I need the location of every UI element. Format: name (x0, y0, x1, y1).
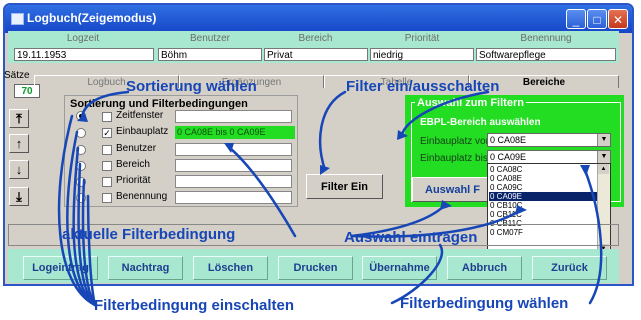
logeintrag-button[interactable]: Logeintrag (23, 256, 98, 280)
title-bar[interactable]: Logbuch(Zeigemodus) _ □ ✕ (5, 5, 632, 33)
tab-bar: Logbuch Ergänzungen Tabelle Bereiche (34, 75, 619, 89)
next-record-button[interactable]: ↓ (9, 160, 29, 179)
minimize-button[interactable]: _ (566, 9, 586, 29)
filter-checkbox-zeitfenster[interactable] (102, 112, 112, 122)
filter-selection-title: Auswahl zum Filtern (415, 97, 526, 109)
annotation-choose-filter: Filterbedingung wählen (400, 295, 569, 312)
filter-value-benutzer[interactable] (175, 143, 292, 156)
filter-label-benennung: Benennung (116, 191, 168, 202)
annotation-sort: Sortierung wählen (126, 78, 257, 95)
filter-checkbox-benutzer[interactable] (102, 145, 112, 155)
uebernahme-button[interactable]: Übernahme (362, 256, 437, 280)
to-select-value: 0 CA09E (490, 152, 527, 162)
annotation-enter-selection: Auswahl eintragen (344, 229, 478, 246)
sort-radio-prioritaet[interactable] (76, 177, 86, 187)
annotation-enable-filter: Filterbedingung einschalten (94, 297, 295, 314)
close-button[interactable]: ✕ (608, 9, 628, 29)
benennung-field[interactable]: Softwarepflege (476, 48, 616, 61)
last-record-button[interactable]: ⤓ (9, 187, 29, 206)
annotation-filter-toggle: Filter ein/ausschalten (346, 78, 500, 95)
benutzer-field[interactable]: Böhm (158, 48, 262, 61)
header-prioritaet: Priorität (404, 33, 440, 44)
ebpl-range-label: EBPL-Bereich auswählen (420, 117, 541, 128)
filter-value-bereich[interactable] (175, 159, 292, 172)
bereich-field[interactable]: Privat (264, 48, 368, 61)
from-select-value: 0 CA08E (490, 135, 527, 145)
filter-checkbox-bereich[interactable] (102, 161, 112, 171)
dropdown-option[interactable]: 0 CB10C (489, 201, 598, 210)
filter-on-button[interactable]: Filter Ein (306, 174, 383, 199)
filter-checkbox-benennung[interactable] (102, 193, 112, 203)
chevron-down-icon[interactable]: ▼ (597, 134, 610, 146)
dropdown-option[interactable]: 0 CA08C (489, 165, 598, 174)
sort-radio-benennung[interactable] (76, 193, 86, 203)
first-record-button[interactable]: ⤒ (9, 109, 29, 128)
record-count-label: Sätze (4, 70, 30, 81)
sort-radio-benutzer[interactable] (76, 145, 86, 155)
from-select[interactable]: 0 CA08E ▼ (487, 133, 611, 147)
nachtrag-button[interactable]: Nachtrag (108, 256, 183, 280)
from-label: Einbauplatz von (420, 136, 492, 147)
filter-checkbox-prioritaet[interactable] (102, 177, 112, 187)
filter-label-bereich: Bereich (116, 159, 150, 170)
sort-filter-title: Sortierung und Filterbedingungen (68, 98, 250, 110)
window-title: Logbuch(Zeigemodus) (27, 11, 157, 25)
maximize-button[interactable]: □ (587, 9, 607, 29)
dropdown-option-selected[interactable]: 0 CA09E (489, 192, 598, 201)
header-benutzer: Benutzer (189, 33, 231, 44)
filter-checkbox-einbauplatz[interactable]: ✓ (102, 128, 112, 138)
logzeit-field[interactable]: 19.11.1953 (14, 48, 154, 61)
loeschen-button[interactable]: Löschen (193, 256, 268, 280)
filter-label-einbauplatz: Einbauplatz (116, 126, 169, 137)
filter-value-prioritaet[interactable] (175, 175, 292, 188)
filter-label-benutzer: Benutzer (116, 143, 157, 154)
scroll-up-icon[interactable]: ▲ (598, 164, 609, 174)
filter-label-prioritaet: Priorität (116, 175, 151, 186)
filter-label-zeitfenster: Zeitfenster (116, 110, 164, 121)
prioritaet-field[interactable]: niedrig (370, 48, 474, 61)
drucken-button[interactable]: Drucken (278, 256, 353, 280)
sort-radio-zeitfenster[interactable] (76, 111, 86, 121)
to-select[interactable]: 0 CA09E ▼ (487, 150, 611, 164)
header-logzeit: Logzeit (66, 33, 100, 44)
sort-radio-einbauplatz[interactable] (76, 128, 86, 138)
sort-radio-bereich[interactable] (76, 161, 86, 171)
header-benennung: Benennung (520, 33, 572, 44)
to-label: Einbauplatz bis (420, 153, 488, 164)
chevron-down-icon[interactable]: ▼ (597, 151, 610, 163)
filter-value-benennung[interactable] (175, 191, 292, 204)
zurueck-button[interactable]: Zurück (532, 256, 607, 280)
annotation-current-filter: aktuelle Filterbedingung (62, 226, 236, 243)
filter-value-einbauplatz[interactable]: 0 CA08E bis 0 CA09E (175, 126, 295, 139)
header-bereich: Bereich (298, 33, 333, 44)
previous-record-button[interactable]: ↑ (9, 134, 29, 153)
dropdown-option[interactable]: 0 CA09C (489, 183, 598, 192)
abbruch-button[interactable]: Abbruch (447, 256, 522, 280)
dropdown-option[interactable]: 0 CB11C (489, 210, 598, 219)
record-info-bar: Logzeit Benutzer Bereich Priorität Benen… (8, 31, 619, 63)
app-icon (11, 13, 24, 25)
dropdown-option[interactable]: 0 CA08E (489, 174, 598, 183)
filter-value-zeitfenster[interactable] (175, 110, 292, 123)
